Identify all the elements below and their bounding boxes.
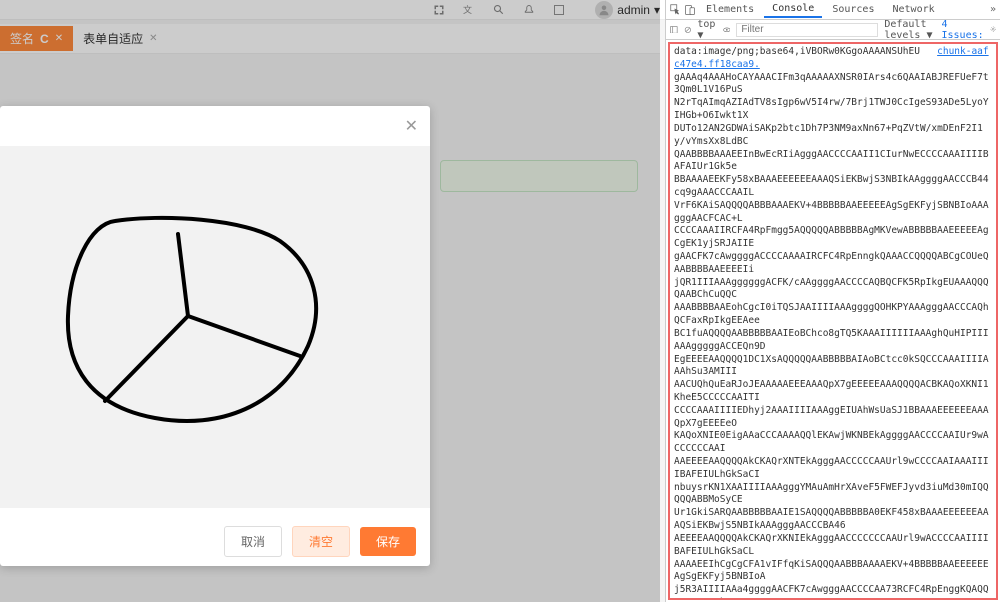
devtools-tabs: Elements Console Sources Network » [666,0,1000,20]
console-line: AEEEEAAQQQQAkCKAQrXKNIEkAgggAACCCCCCCAAU… [674,533,992,559]
save-button[interactable]: 保存 [360,527,416,556]
modal-header: ✕ [0,106,430,146]
console-line: data:image/png;base64,iVBORw0KGgoAAAANSU… [674,46,992,72]
sidebar-toggle-icon[interactable] [670,24,678,36]
tab-network[interactable]: Network [884,2,942,17]
signature-canvas[interactable] [0,146,430,508]
console-toolbar: top ▼ Default levels ▼ 4 Issues: [666,20,1000,40]
console-line: KAQoXNIE0EigAAaCCCAAAAQQlEKAwjWKNBEkAggg… [674,430,992,456]
console-line: EgEEEEAAQQQQ1DC1XsAQQQQQAABBBBBAIAoBCtcc… [674,354,992,380]
console-line: BC1fuAQQQQAABBBBBAAIEoBChco8gTQ5KAAAIIII… [674,328,992,354]
console-line: QAABBBBAAAEEInBwEcRIiAgggAACCCCAAII1CIur… [674,149,992,175]
context-selector[interactable]: top ▼ [697,19,716,41]
eye-icon[interactable] [723,24,731,36]
console-line: AAAAEEIhCgCgCFA1vIFfqKiSAQQQAABBBAAAAEKV… [674,559,992,585]
signature-drawing [60,206,330,436]
console-output[interactable]: data:image/png;base64,iVBORw0KGgoAAAANSU… [668,42,998,600]
console-line: nbuysrKN1XAAIIIIAAAgggYMAuAmHrXAveF5FWEF… [674,482,992,508]
console-line: AAEEEEAAQQQQAkCKAQrXNTEkAgggAACCCCCAAUrl… [674,456,992,482]
console-line: gAACFK7cAwggggACCCCAAAAIRCFC4RpEnngkQAAA… [674,251,992,277]
more-tabs-icon[interactable]: » [990,4,996,15]
console-line: CCCCAAAIIIIEDhyj2AAAIIIIAAAggEIUAhWsUaSJ… [674,405,992,431]
inspect-icon[interactable] [670,4,682,16]
console-line: N2rTqAImqAZIAdTV8sIgp6wV5I4rw/7Brj1TWJ0C… [674,97,992,123]
console-line: BBAAAAEEKFy58xBAAAEEEEEEAAAQSiEKBwjS3NBI… [674,174,992,200]
modal-footer: 取消 清空 保存 [0,516,430,566]
clear-console-icon[interactable] [684,24,692,36]
devtools-panel: Elements Console Sources Network » top ▼… [665,0,1000,602]
console-line: Ur1GkiSARQAABBBBBAAIE1SAQQQQABBBBBA0EKF4… [674,507,992,533]
cancel-button[interactable]: 取消 [224,526,282,557]
log-levels-selector[interactable]: Default levels ▼ [884,19,935,41]
clear-button[interactable]: 清空 [292,526,350,557]
tab-elements[interactable]: Elements [698,2,762,17]
console-line: jQR1IIIAAAggggggACFK/cAAggggAACCCCAQBQCF… [674,277,992,303]
settings-gear-icon[interactable] [990,24,996,36]
close-icon[interactable]: ✕ [405,116,418,136]
console-line: VrF6KAiSAQQQQABBBAAAEKV+4BBBBBAAEEEEEAgS… [674,200,992,226]
console-line: AACUQhQuEaRJoJEAAAAAEEEAAAQpX7gEEEEEAAAQ… [674,379,992,405]
signature-modal: ✕ 取消 清空 保存 [0,106,430,566]
console-line: AAABBBBAAEohCgcI0iTQSJAAIIIIAAAggggQOHKP… [674,302,992,328]
filter-input[interactable] [736,23,878,37]
tab-console[interactable]: Console [764,1,822,18]
tab-sources[interactable]: Sources [824,2,882,17]
issues-link[interactable]: 4 Issues: [942,19,984,41]
console-line: DUTo12AN2GDWAiSAKp2btc1Dh7P3NM9axNn67+Pq… [674,123,992,149]
console-line: gAAAq4AAAHoCAYAAACIFm3qAAAAAXNSR0IArs4c6… [674,72,992,98]
console-line: j5R3AIIIIAAa4ggggAACFK7cAwgggAACCCCAA73R… [674,584,992,600]
console-line: CCCCAAAIIRCFA4RpFmgg5AQQQQQABBBBBAgMKVew… [674,225,992,251]
device-icon[interactable] [684,4,696,16]
